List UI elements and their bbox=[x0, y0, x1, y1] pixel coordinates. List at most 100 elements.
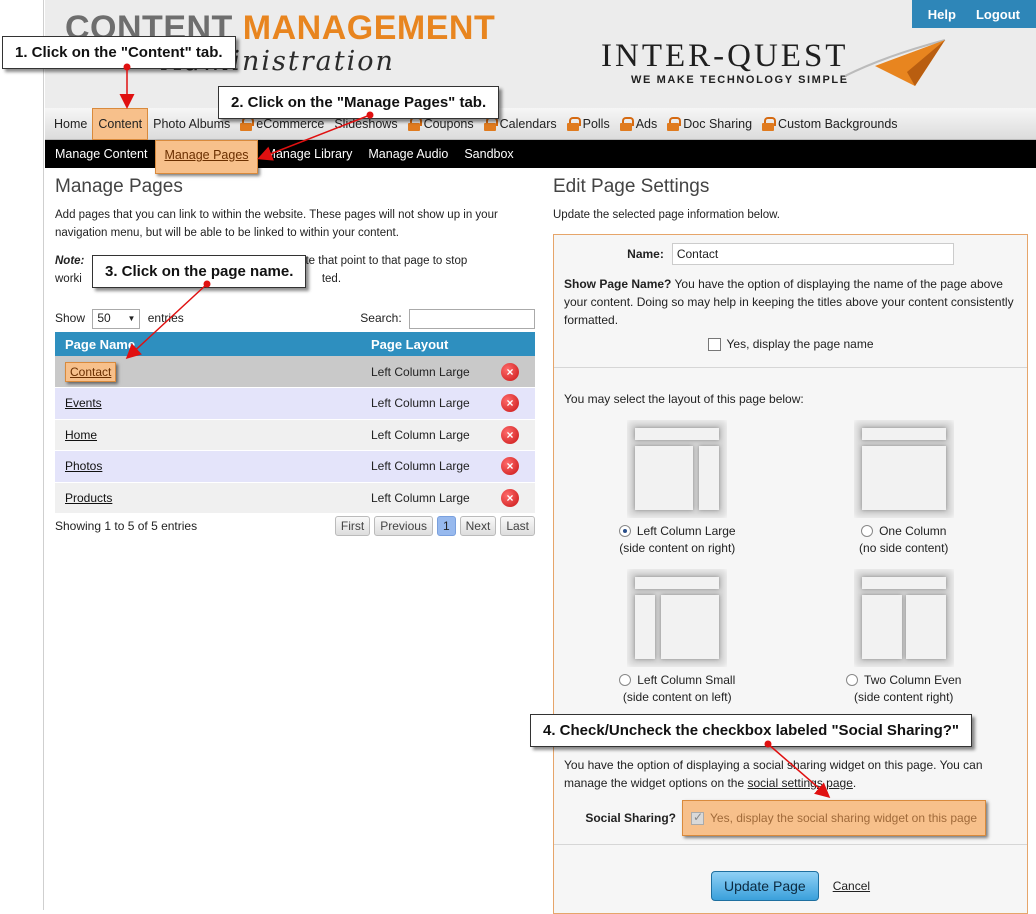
last-button[interactable]: Last bbox=[500, 516, 535, 536]
name-row: Name: Contact bbox=[564, 243, 1017, 265]
table-row[interactable]: Products Left Column Large × bbox=[55, 482, 535, 514]
tab-content[interactable]: Content bbox=[92, 107, 149, 140]
name-input[interactable]: Contact bbox=[671, 243, 954, 265]
social-sharing-highlight: Yes, display the social sharing widget o… bbox=[682, 800, 987, 836]
pagination: First Previous 1 Next Last bbox=[334, 516, 535, 536]
table-row[interactable]: Photos Left Column Large × bbox=[55, 450, 535, 483]
subtab-manage-library[interactable]: Manage Library bbox=[258, 140, 361, 168]
social-sharing-label: Social Sharing? bbox=[585, 811, 676, 825]
social-settings-link[interactable]: social settings page bbox=[747, 776, 852, 790]
left-gutter bbox=[0, 0, 44, 910]
delete-icon[interactable]: × bbox=[501, 425, 519, 444]
manage-pages-title: Manage Pages bbox=[55, 176, 183, 197]
tab-custom-backgrounds[interactable]: Custom Backgrounds bbox=[757, 108, 903, 140]
update-page-button[interactable]: Update Page bbox=[710, 871, 819, 901]
delete-icon[interactable]: × bbox=[501, 457, 519, 476]
table-footer: Showing 1 to 5 of 5 entries First Previo… bbox=[55, 516, 535, 536]
layout-option-one-column: One Column (no side content) bbox=[791, 420, 1018, 569]
social-sharing-row: Social Sharing? Yes, display the social … bbox=[564, 800, 1017, 836]
social-sharing-checkbox[interactable] bbox=[691, 810, 704, 825]
callout-step-3: 3. Click on the page name. bbox=[92, 255, 307, 288]
layout-options: Left Column Large (side content on right… bbox=[564, 420, 1017, 718]
search-label: Search: bbox=[360, 311, 402, 326]
next-button[interactable]: Next bbox=[459, 516, 497, 536]
page-link-home[interactable]: Home bbox=[65, 428, 97, 442]
layout-thumbnail[interactable] bbox=[853, 420, 954, 518]
layout-label: Two Column Even bbox=[864, 673, 962, 687]
delete-icon[interactable]: × bbox=[501, 488, 519, 507]
subtab-manage-audio[interactable]: Manage Audio bbox=[360, 140, 456, 168]
logo-tagline: WE MAKE TECHNOLOGY SIMPLE bbox=[631, 74, 849, 86]
layout-radio[interactable] bbox=[619, 674, 632, 686]
tab-doc-sharing[interactable]: Doc Sharing bbox=[662, 108, 757, 140]
settings-form: Name: Contact Show Page Name? You have t… bbox=[553, 234, 1028, 914]
table-row[interactable]: Home Left Column Large × bbox=[55, 419, 535, 451]
page-layout-cell: Left Column Large bbox=[361, 387, 491, 420]
column-page-layout[interactable]: Page Layout bbox=[361, 332, 491, 356]
sub-tabs: Manage Content Manage Pages Manage Libra… bbox=[45, 140, 1036, 174]
paper-plane-icon bbox=[845, 39, 946, 86]
table-row[interactable]: Contact Left Column Large × bbox=[55, 356, 535, 388]
first-button[interactable]: First bbox=[334, 516, 371, 536]
logout-link[interactable]: Logout bbox=[966, 7, 1030, 22]
edit-settings-subtitle: Update the selected page information bel… bbox=[553, 209, 780, 221]
layout-radio[interactable] bbox=[846, 674, 859, 686]
layout-radio[interactable] bbox=[618, 525, 631, 537]
layout-option-two-column-even: Two Column Even (side content right) bbox=[791, 569, 1018, 718]
lock-icon bbox=[762, 116, 777, 131]
help-link[interactable]: Help bbox=[918, 7, 966, 22]
layout-thumbnail[interactable] bbox=[627, 420, 728, 518]
layout-sub: (side content on left) bbox=[622, 690, 732, 704]
note-label: Note: bbox=[55, 255, 85, 267]
delete-icon[interactable]: × bbox=[501, 362, 519, 381]
layout-label: Left Column Small bbox=[637, 673, 736, 687]
page-link-products[interactable]: Products bbox=[65, 491, 112, 505]
subtab-manage-pages[interactable]: Manage Pages bbox=[155, 140, 258, 174]
page-1-button[interactable]: 1 bbox=[436, 516, 456, 536]
cancel-link[interactable]: Cancel bbox=[833, 879, 870, 893]
edit-page-settings-pane: Edit Page Settings Update the selected p… bbox=[553, 176, 1029, 914]
table-controls: Show 50 entries Search: bbox=[55, 308, 535, 330]
note-text-right1: ebsite that point to that page to stop bbox=[284, 255, 468, 267]
layout-thumbnail[interactable] bbox=[853, 569, 954, 667]
page-link-contact[interactable]: Contact bbox=[65, 361, 117, 382]
layout-radio[interactable] bbox=[861, 525, 874, 537]
divider bbox=[554, 844, 1027, 845]
lock-icon bbox=[619, 116, 634, 131]
cms-app: CONTENT MANAGEMENT Administration INTER-… bbox=[45, 0, 1036, 914]
subtab-manage-content[interactable]: Manage Content bbox=[47, 140, 155, 168]
tab-ads[interactable]: Ads bbox=[615, 108, 663, 140]
page-layout-cell: Left Column Large bbox=[361, 419, 491, 451]
manage-pages-description: Add pages that you can link to within th… bbox=[55, 209, 498, 239]
edit-settings-title: Edit Page Settings bbox=[553, 176, 710, 197]
logo-text: INTER-QUEST bbox=[601, 38, 849, 74]
top-links: Help Logout bbox=[911, 0, 1036, 28]
show-name-checkbox[interactable] bbox=[707, 337, 721, 351]
main-tabs: Home Content Photo Albums eCommerce Slid… bbox=[45, 107, 1036, 140]
previous-button[interactable]: Previous bbox=[374, 516, 433, 536]
tab-polls[interactable]: Polls bbox=[562, 108, 615, 140]
layout-thumbnail[interactable] bbox=[627, 569, 728, 667]
lock-icon bbox=[566, 116, 581, 131]
search-input[interactable] bbox=[409, 309, 535, 329]
name-label: Name: bbox=[627, 247, 664, 261]
subtab-sandbox[interactable]: Sandbox bbox=[456, 140, 521, 168]
entries-select[interactable]: 50 bbox=[92, 309, 141, 329]
delete-icon[interactable]: × bbox=[501, 394, 519, 413]
column-actions bbox=[491, 332, 535, 356]
page-link-events[interactable]: Events bbox=[65, 396, 102, 410]
layout-option-left-column-large: Left Column Large (side content on right… bbox=[564, 420, 791, 569]
show-name-row: Yes, display the page name bbox=[564, 337, 1017, 351]
show-label: Show bbox=[55, 311, 86, 326]
table-row[interactable]: Events Left Column Large × bbox=[55, 387, 535, 420]
tab-home[interactable]: Home bbox=[49, 108, 92, 140]
show-name-description: Show Page Name? You have the option of d… bbox=[564, 277, 1014, 327]
lock-icon bbox=[667, 116, 682, 131]
page-layout-cell: Left Column Large bbox=[361, 450, 491, 483]
column-page-name[interactable]: Page Name bbox=[55, 332, 361, 356]
callout-step-4: 4. Check/Uncheck the checkbox labeled "S… bbox=[530, 714, 973, 747]
page-link-photos[interactable]: Photos bbox=[65, 459, 102, 473]
layout-sub: (side content on right) bbox=[619, 541, 736, 555]
form-actions: Update Page Cancel bbox=[564, 871, 1017, 901]
note-text-right2: ted. bbox=[321, 273, 342, 285]
